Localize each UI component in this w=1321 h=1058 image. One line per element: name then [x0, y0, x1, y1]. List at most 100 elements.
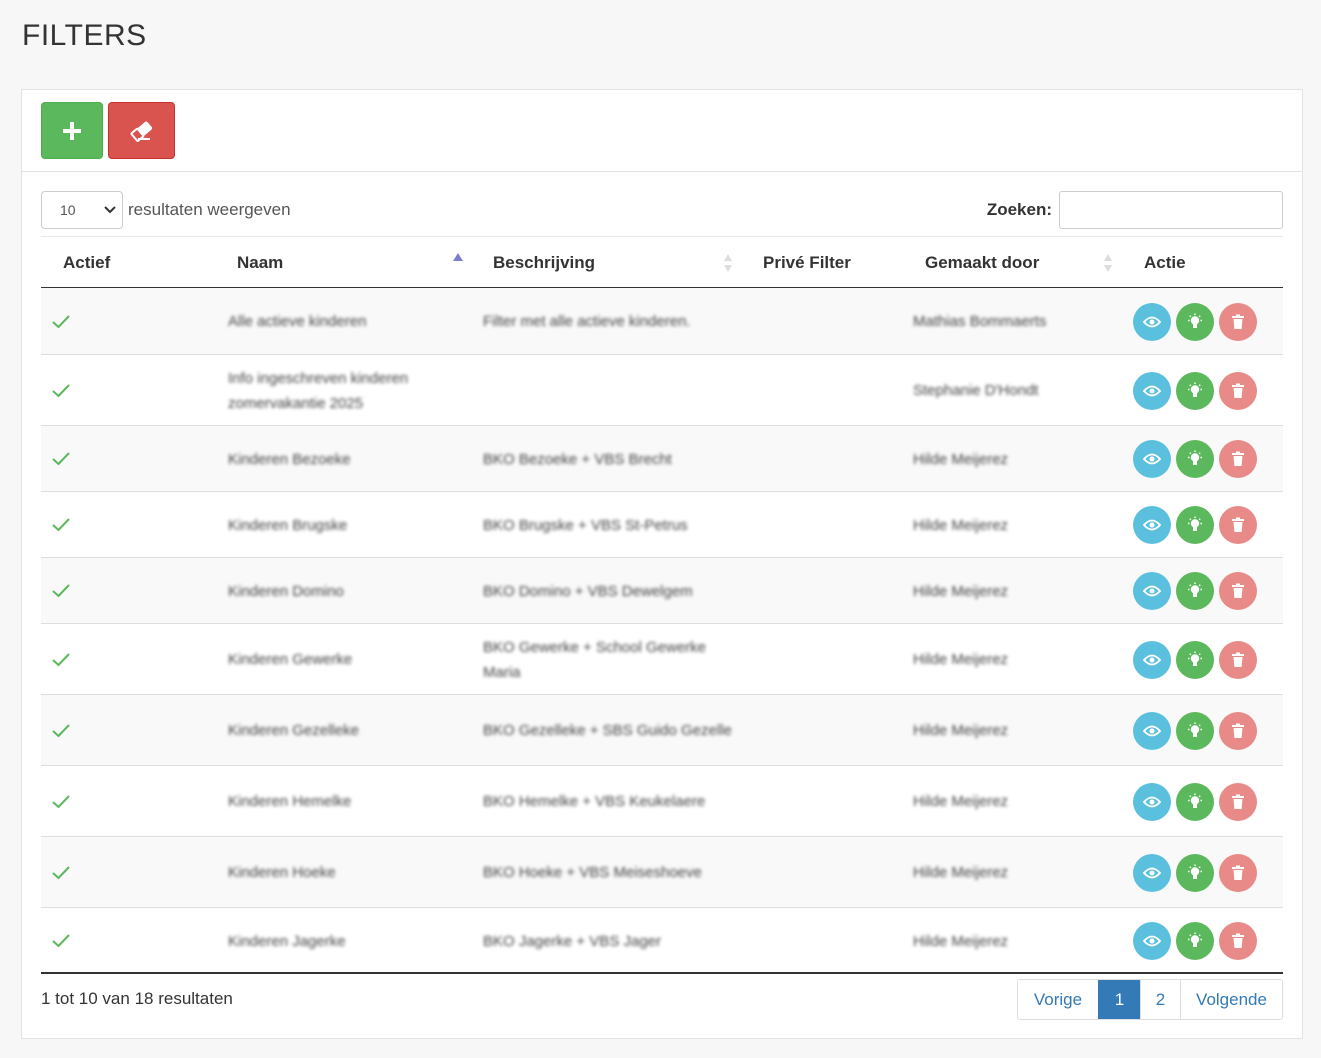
view-button[interactable]: [1133, 302, 1171, 341]
activate-button[interactable]: [1176, 572, 1214, 610]
view-button[interactable]: [1133, 440, 1171, 478]
delete-button[interactable]: [1219, 371, 1257, 410]
search-input[interactable]: [1059, 191, 1283, 229]
eye-icon: [1143, 453, 1161, 465]
row-actions: [1133, 302, 1257, 341]
activate-button[interactable]: [1176, 922, 1214, 960]
view-button[interactable]: [1133, 853, 1171, 892]
delete-button[interactable]: [1219, 506, 1257, 544]
row-actions: [1133, 440, 1257, 478]
cell-beschrijving: BKO Hemelke + VBS Keukelaere: [483, 793, 706, 810]
cell-prive-filter: [763, 695, 883, 766]
page-length-label: resultaten weergeven: [128, 200, 291, 219]
trash-icon: [1232, 723, 1244, 738]
cell-naam: Kinderen Brugske: [228, 516, 348, 534]
row-actions: [1133, 711, 1257, 750]
cell-beschrijving: Filter met alle actieve kinderen.: [483, 313, 691, 330]
cell-naam: Kinderen Gezelleke: [228, 722, 359, 739]
column-beschrijving[interactable]: Beschrijving: [493, 237, 595, 288]
pagination-previous[interactable]: Vorige: [1018, 980, 1098, 1019]
cell-beschrijving: BKO Bezoeke + VBS Brecht: [483, 450, 672, 468]
column-prive-filter[interactable]: Privé Filter: [763, 237, 851, 288]
table-body: Alle actieve kinderen Filter met alle act…: [41, 288, 1283, 974]
cell-naam: Info ingeschreven kinderen zomervakantie…: [228, 369, 409, 412]
sort-both-icon[interactable]: [723, 253, 733, 273]
delete-button[interactable]: [1219, 302, 1257, 341]
table-header: Actief Naam Beschrijving Privé Filter Ge…: [41, 236, 1283, 288]
table-row: Info ingeschreven kinderen zomervakantie…: [41, 355, 1283, 426]
eye-icon: [1143, 935, 1161, 947]
lightbulb-icon: [1188, 793, 1202, 808]
view-button[interactable]: [1133, 506, 1171, 544]
delete-button[interactable]: [1219, 711, 1257, 750]
view-button[interactable]: [1133, 922, 1171, 960]
delete-button[interactable]: [1219, 782, 1257, 821]
table-footer-line: [41, 972, 1283, 974]
check-icon: [52, 314, 70, 328]
column-actief[interactable]: Actief: [63, 237, 110, 288]
activate-button[interactable]: [1176, 711, 1214, 750]
view-button[interactable]: [1133, 371, 1171, 410]
chevron-down-icon: [104, 206, 116, 214]
view-button[interactable]: [1133, 782, 1171, 821]
lightbulb-icon: [1188, 582, 1202, 597]
view-button[interactable]: [1133, 640, 1171, 679]
pagination-next[interactable]: Volgende: [1180, 980, 1282, 1019]
activate-button[interactable]: [1176, 853, 1214, 892]
delete-button[interactable]: [1219, 922, 1257, 960]
cell-beschrijving: BKO Brugske + VBS St-Petrus: [483, 516, 688, 534]
filters-panel: 10 resultaten weergeven Zoeken: Actief N…: [21, 89, 1303, 1039]
eraser-icon: [130, 121, 152, 142]
delete-button[interactable]: [1219, 572, 1257, 610]
check-icon: [52, 452, 70, 466]
eye-icon: [1143, 796, 1161, 807]
page-length-value: 10: [60, 202, 76, 218]
view-button[interactable]: [1133, 572, 1171, 610]
activate-button[interactable]: [1176, 782, 1214, 821]
cell-prive-filter: [763, 837, 883, 908]
sort-both-icon[interactable]: [1103, 253, 1113, 273]
view-button[interactable]: [1133, 711, 1171, 750]
delete-button[interactable]: [1219, 440, 1257, 478]
column-naam[interactable]: Naam: [237, 237, 283, 288]
page-length-select[interactable]: 10: [41, 191, 123, 229]
check-icon: [52, 518, 70, 532]
trash-icon: [1232, 865, 1244, 880]
cell-beschrijving: BKO Hoeke + VBS Meiseshoeve: [483, 864, 702, 881]
activate-button[interactable]: [1176, 371, 1214, 410]
activate-button[interactable]: [1176, 640, 1214, 679]
column-gemaakt-door[interactable]: Gemaakt door: [925, 237, 1039, 288]
activate-button[interactable]: [1176, 506, 1214, 544]
delete-button[interactable]: [1219, 853, 1257, 892]
activate-button[interactable]: [1176, 302, 1214, 341]
cell-naam: Kinderen Hoeke: [228, 864, 336, 881]
check-icon: [52, 584, 70, 598]
cell-prive-filter: [763, 766, 883, 837]
cell-beschrijving: BKO Jagerke + VBS Jager: [483, 932, 662, 950]
cell-naam: Kinderen Domino: [228, 582, 344, 600]
table-row: Kinderen Bezoeke BKO Bezoeke + VBS Brecht…: [41, 426, 1283, 492]
plus-icon: [63, 121, 81, 140]
pagination: Vorige 1 2 Volgende: [1017, 979, 1283, 1020]
cell-prive-filter: [763, 492, 883, 558]
pagination-page-2[interactable]: 2: [1140, 980, 1180, 1019]
clear-filter-button[interactable]: [108, 102, 175, 159]
pagination-page-1[interactable]: 1: [1098, 980, 1140, 1019]
cell-prive-filter: [763, 624, 883, 695]
delete-button[interactable]: [1219, 640, 1257, 679]
cell-naam: Kinderen Bezoeke: [228, 450, 351, 468]
cell-gemaakt-door: Hilde Meijerez: [913, 651, 1009, 668]
cell-prive-filter: [763, 558, 883, 624]
add-filter-button[interactable]: [41, 102, 103, 159]
activate-button[interactable]: [1176, 440, 1214, 478]
cell-gemaakt-door: Hilde Meijerez: [913, 932, 1009, 950]
lightbulb-icon: [1188, 313, 1202, 328]
page-length-control: 10 resultaten weergeven: [41, 191, 291, 229]
lightbulb-icon: [1188, 382, 1202, 397]
eye-icon: [1143, 585, 1161, 597]
cell-prive-filter: [763, 288, 883, 355]
eye-icon: [1143, 385, 1161, 396]
sort-asc-icon[interactable]: [453, 253, 463, 261]
lightbulb-icon: [1188, 722, 1202, 737]
cell-gemaakt-door: Hilde Meijerez: [913, 450, 1009, 468]
